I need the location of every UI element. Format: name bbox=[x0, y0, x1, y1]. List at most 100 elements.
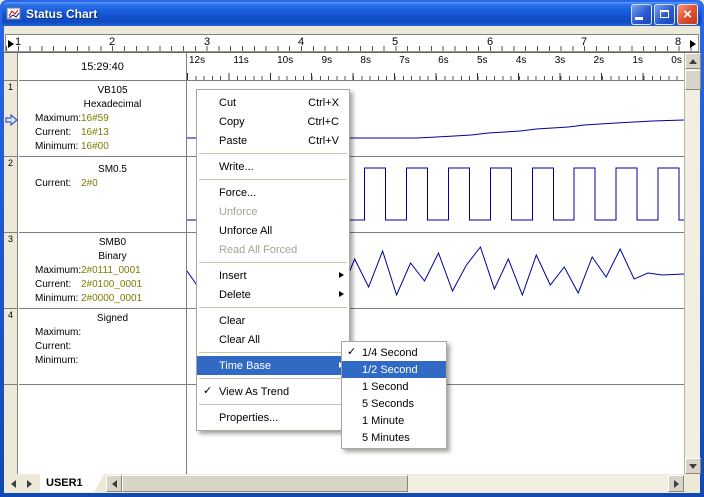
row-2-cell[interactable]: SM0.5 Current: 2#0 bbox=[19, 157, 186, 233]
row-1-address: VB105 bbox=[97, 85, 128, 96]
row-4-cell[interactable]: Signed Maximum: Current: Minimum: bbox=[19, 309, 186, 385]
row-1-format: Hexadecimal bbox=[83, 99, 142, 110]
submenu-item-one-second[interactable]: 1 Second bbox=[342, 378, 446, 395]
menu-item-unforce-all[interactable]: Unforce All bbox=[197, 221, 349, 240]
row-2-address: SM0.5 bbox=[98, 164, 127, 175]
operand-column: 15:29:40 VB105 Hexadecimal Maximum: 16#59… bbox=[19, 53, 186, 474]
row-1-cell[interactable]: VB105 Hexadecimal Maximum: 16#59 Current:… bbox=[19, 81, 186, 157]
row-number-gutter: 1 2 3 4 bbox=[4, 53, 18, 474]
time-axis-label: 4s bbox=[515, 55, 527, 66]
tab-user1-label: USER1 bbox=[46, 477, 83, 489]
shortcut-label: Ctrl+X bbox=[308, 96, 339, 109]
ruler-right-marker-icon[interactable] bbox=[690, 40, 696, 48]
time-base-submenu: 1/4 Second 1/2 Second 1 Second 5 Seconds… bbox=[341, 341, 447, 449]
menu-item-force[interactable]: Force... bbox=[197, 183, 349, 202]
horizontal-scrollbar-thumb[interactable] bbox=[122, 475, 408, 492]
hscroll-right-button[interactable] bbox=[668, 475, 684, 492]
menu-item-copy[interactable]: Copy Ctrl+C bbox=[197, 112, 349, 131]
submenu-item-five-seconds[interactable]: 5 Seconds bbox=[342, 395, 446, 412]
value-text: 16#00 bbox=[81, 141, 109, 152]
row-3-cell[interactable]: SMB0 Binary Maximum: 2#0111_0001 Current:… bbox=[19, 233, 186, 309]
value-label: Current: bbox=[35, 341, 72, 352]
menu-item-insert[interactable]: Insert bbox=[197, 266, 349, 285]
row-3-format: Binary bbox=[98, 251, 127, 262]
horizontal-scrollbar[interactable] bbox=[106, 475, 684, 492]
horizontal-ruler: 1 2 3 4 5 6 7 8 bbox=[5, 34, 699, 52]
ruler-mark: 1 bbox=[14, 36, 22, 48]
maximize-button[interactable] bbox=[654, 3, 675, 25]
value-text: 2#0000_0001 bbox=[81, 293, 143, 304]
time-axis-label: 6s bbox=[438, 55, 449, 66]
time-axis-label: 2s bbox=[593, 55, 605, 66]
close-button[interactable]: × bbox=[677, 3, 698, 25]
close-icon: × bbox=[683, 5, 692, 23]
checkmark-icon bbox=[203, 384, 212, 397]
checkmark-icon bbox=[347, 345, 356, 358]
menu-item-write[interactable]: Write... bbox=[197, 157, 349, 176]
tab-scroll-left-button[interactable] bbox=[6, 476, 21, 491]
value-label: Current: bbox=[35, 279, 72, 290]
submenu-item-quarter-second[interactable]: 1/4 Second bbox=[342, 344, 446, 361]
menu-item-delete[interactable]: Delete bbox=[197, 285, 349, 304]
value-text: 2#0100_0001 bbox=[81, 279, 143, 290]
time-axis-label: 12s bbox=[189, 55, 206, 66]
submenu-item-five-minutes[interactable]: 5 Minutes bbox=[342, 429, 446, 446]
arrow-right-icon bbox=[673, 479, 679, 488]
menu-item-view-as-trend[interactable]: View As Trend bbox=[197, 382, 349, 401]
value-label: Current: bbox=[35, 127, 72, 138]
menu-item-cut[interactable]: Cut Ctrl+X bbox=[197, 93, 349, 112]
time-axis-label: 7s bbox=[399, 55, 410, 66]
arrow-right-icon bbox=[27, 479, 32, 488]
menu-item-time-base[interactable]: Time Base bbox=[197, 356, 349, 375]
time-axis-label: 8s bbox=[360, 55, 371, 66]
menu-item-clear-all[interactable]: Clear All bbox=[197, 330, 349, 349]
title-bar[interactable]: Status Chart × bbox=[2, 2, 702, 26]
value-text: 2#0 bbox=[81, 178, 98, 189]
shortcut-label: Ctrl+V bbox=[308, 134, 339, 147]
minimize-icon bbox=[635, 17, 643, 20]
time-axis: 12s 11s 10s 9s 8s 7s 6s 5s 4s 3s 2s 1s 0… bbox=[187, 53, 684, 81]
bottom-bar: USER1 bbox=[4, 474, 700, 493]
time-axis-label: 11s bbox=[233, 55, 249, 66]
gutter-header-cell bbox=[4, 53, 17, 81]
value-label: Minimum: bbox=[35, 293, 79, 304]
context-menu: Cut Ctrl+X Copy Ctrl+C Paste Ctrl+V Write..… bbox=[196, 89, 350, 431]
hscroll-left-button[interactable] bbox=[106, 475, 122, 492]
vertical-scrollbar-thumb[interactable] bbox=[685, 70, 701, 90]
submenu-item-one-minute[interactable]: 1 Minute bbox=[342, 412, 446, 429]
time-axis-label: 1s bbox=[632, 55, 643, 66]
arrow-up-icon bbox=[689, 58, 697, 64]
menu-item-read-all-forced: Read All Forced bbox=[219, 243, 298, 256]
scroll-up-button[interactable] bbox=[685, 53, 701, 69]
time-axis-label: 0s bbox=[671, 55, 682, 66]
value-label: Minimum: bbox=[35, 355, 79, 366]
menu-item-paste[interactable]: Paste Ctrl+V bbox=[197, 131, 349, 150]
time-axis-label: 3s bbox=[554, 55, 566, 66]
vertical-scrollbar[interactable] bbox=[684, 53, 701, 474]
scroll-down-button[interactable] bbox=[685, 458, 701, 474]
submenu-item-half-second[interactable]: 1/2 Second bbox=[342, 361, 446, 378]
tab-user1[interactable]: USER1 bbox=[40, 474, 104, 492]
menu-separator bbox=[199, 352, 347, 353]
time-header: 15:29:40 bbox=[19, 53, 186, 81]
ruler-mark: 8 bbox=[674, 36, 682, 48]
status-chart-window: Status Chart × 1 2 3 4 5 6 7 8 1 2 3 4 1… bbox=[0, 0, 704, 497]
row-number-3[interactable]: 3 bbox=[4, 233, 17, 309]
minimize-button[interactable] bbox=[631, 3, 652, 25]
tab-scroll-right-button[interactable] bbox=[22, 476, 37, 491]
menu-separator bbox=[199, 262, 347, 263]
menu-item-unforce: Unforce bbox=[219, 205, 258, 218]
value-text: 16#59 bbox=[81, 113, 109, 124]
time-axis-label: 5s bbox=[476, 55, 488, 66]
shortcut-label: Ctrl+C bbox=[307, 115, 339, 128]
ruler-mark: 4 bbox=[297, 36, 305, 48]
ruler-mark: 2 bbox=[108, 36, 116, 48]
menu-separator bbox=[199, 307, 347, 308]
ruler-mark: 5 bbox=[391, 36, 399, 48]
menu-item-properties[interactable]: Properties... bbox=[197, 408, 349, 427]
row-number-2[interactable]: 2 bbox=[4, 157, 17, 233]
time-axis-label: 10s bbox=[277, 55, 294, 66]
row-number-4[interactable]: 4 bbox=[4, 309, 17, 385]
row-3-address: SMB0 bbox=[98, 237, 127, 248]
menu-item-clear[interactable]: Clear bbox=[197, 311, 349, 330]
